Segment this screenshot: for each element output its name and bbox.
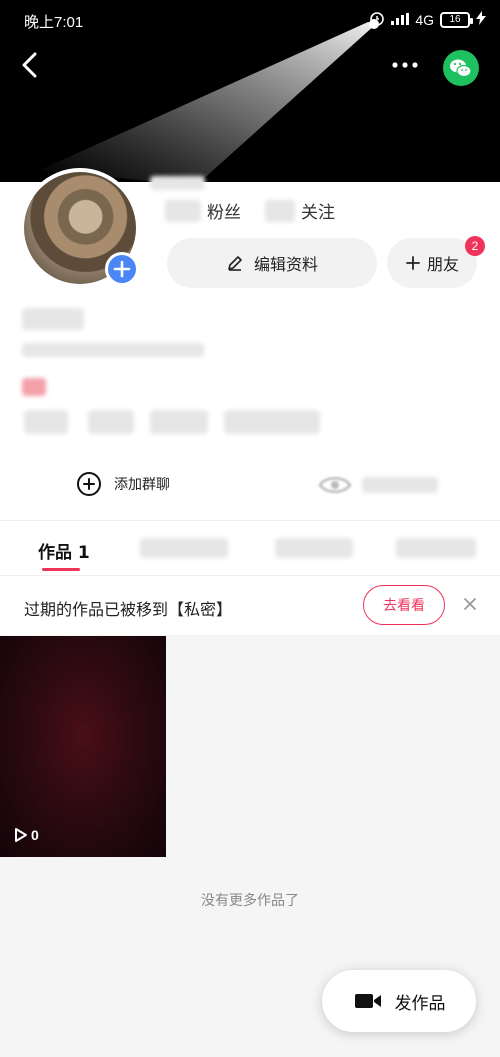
friends-badge: 2 <box>465 236 485 256</box>
battery-level: 16 <box>449 14 461 25</box>
tab-likes-hidden[interactable] <box>275 538 353 558</box>
charging-icon <box>476 11 486 28</box>
battery-icon: 16 <box>440 11 473 28</box>
plus-icon <box>113 260 131 278</box>
more-dots-icon <box>392 62 418 68</box>
tab-private-hidden[interactable] <box>140 538 228 558</box>
notice-close-button[interactable] <box>460 594 480 614</box>
fans-label[interactable]: 粉丝 <box>207 198 241 223</box>
profile-counts: 粉丝 关注 <box>165 198 335 223</box>
play-icon <box>15 828 27 842</box>
video-camera-icon <box>354 994 381 1008</box>
chevron-left-icon <box>22 52 37 78</box>
friends-label: 朋友 <box>426 255 459 274</box>
account-id-hidden <box>22 343 204 357</box>
plus-icon <box>406 256 420 270</box>
video-thumbnail[interactable] <box>0 636 166 857</box>
tab-active-indicator <box>42 568 80 571</box>
add-group-chat-button[interactable]: 添加群聊 <box>76 471 170 497</box>
close-icon <box>464 598 476 610</box>
play-count: 0 <box>14 827 39 843</box>
status-time: 晚上7:01 <box>24 14 84 31</box>
publish-work-label: 发作品 <box>394 993 446 1014</box>
no-more-works-text: 没有更多作品了 <box>201 893 299 909</box>
tab-works[interactable]: 作品 1 <box>38 538 90 563</box>
eye-icon <box>318 477 352 493</box>
add-group-chat-label: 添加群聊 <box>114 477 170 493</box>
alarm-icon <box>369 10 385 29</box>
edit-profile-button[interactable]: 编辑资料 <box>167 238 377 288</box>
fans-count-hidden <box>165 199 201 222</box>
tag-hidden <box>88 410 134 434</box>
go-see-button[interactable]: 去看看 <box>363 585 445 625</box>
visitors-label-hidden <box>362 477 438 493</box>
publish-work-button[interactable]: 发作品 <box>322 970 476 1032</box>
wechat-share-button[interactable] <box>443 50 479 86</box>
plus-circle-icon <box>77 472 101 496</box>
following-count-hidden <box>265 199 295 222</box>
following-label[interactable]: 关注 <box>301 198 335 223</box>
status-bar: 晚上7:01 4G 16 <box>0 0 500 40</box>
tab-favorites-hidden[interactable] <box>396 538 476 558</box>
friends-button[interactable]: 朋友 <box>387 238 477 288</box>
back-button[interactable] <box>18 50 42 80</box>
visitors-button[interactable] <box>318 474 438 496</box>
avatar-add-button[interactable] <box>105 252 139 286</box>
tag-hidden <box>224 410 320 434</box>
bio-emoji-hidden <box>22 378 46 396</box>
more-button[interactable] <box>390 57 422 73</box>
stats-hidden <box>150 176 205 190</box>
edit-profile-label: 编辑资料 <box>253 255 318 274</box>
network-type: 4G <box>415 11 434 28</box>
play-count-value: 0 <box>31 827 39 843</box>
nickname-hidden <box>22 308 84 330</box>
signal-icon <box>391 12 410 28</box>
tag-hidden <box>150 410 208 434</box>
notice-text: 过期的作品已被移到【私密】 <box>24 600 233 619</box>
tag-hidden <box>24 410 68 434</box>
wechat-icon <box>450 59 472 78</box>
pencil-icon <box>228 256 242 271</box>
